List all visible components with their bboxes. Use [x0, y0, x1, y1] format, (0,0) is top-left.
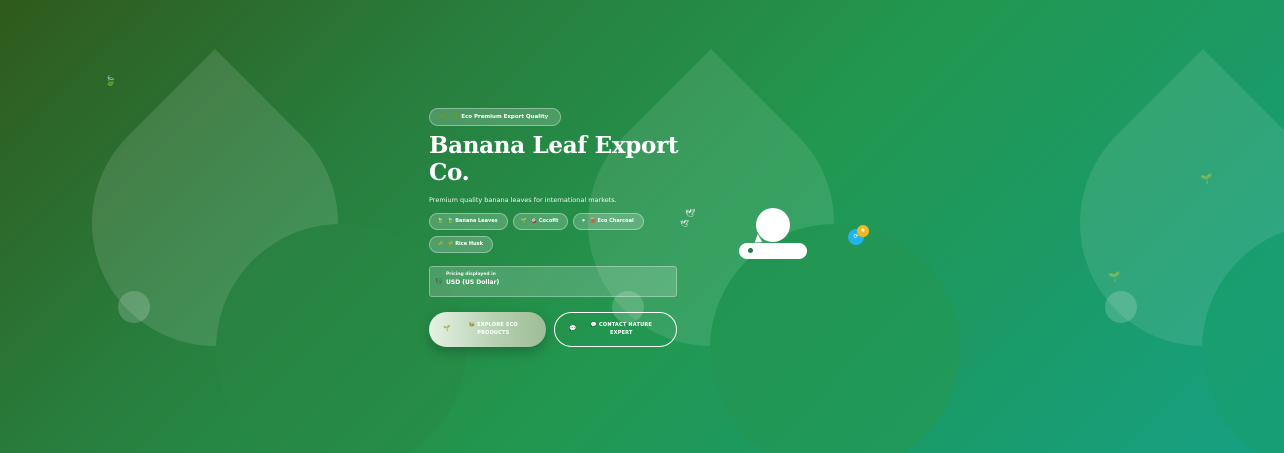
- online-dot-icon: [748, 248, 753, 253]
- decor-circle-left: [118, 291, 150, 323]
- product-chips: 🍃 🍃 Banana Leaves 🌱 🥥 Cocofit ⚫ 🪵 Eco Ch…: [429, 212, 644, 253]
- currency-value: USD (US Dollar): [446, 278, 500, 286]
- chip-cocofit[interactable]: 🌱 🥥 Cocofit: [512, 212, 569, 230]
- chip-label: 🪵 Eco Charcoal: [589, 218, 634, 224]
- quality-badge-label: 🌿 Eco Premium Export Quality: [452, 113, 549, 120]
- contact-expert-button[interactable]: 💬 💬 CONTACT NATURE EXPERT: [554, 311, 677, 347]
- page-title: Banana Leaf Export Co.: [429, 131, 679, 186]
- floating-bird-icon: 🕊: [680, 220, 689, 228]
- chip-rice-husk[interactable]: 🌾 🌾 Rice Husk: [429, 235, 493, 253]
- contact-expert-label: 💬 CONTACT NATURE EXPERT: [590, 322, 653, 336]
- floating-bird-icon: 🕊: [685, 209, 696, 218]
- charcoal-icon: ⚫: [581, 218, 586, 224]
- hero-actions: 🌱 🐝 EXPLORE ECO PRODUCTS 💬 💬 CONTACT NAT…: [429, 311, 679, 347]
- chip-banana-leaves[interactable]: 🍃 🍃 Banana Leaves: [429, 212, 508, 230]
- leaf-icon: 🍃: [437, 218, 444, 224]
- star-icon[interactable]: ★: [857, 225, 869, 237]
- chip-label: 🍃 Banana Leaves: [447, 218, 498, 224]
- sprout-icon: 🌱: [520, 218, 527, 224]
- floating-sprout-icon: 🌱: [1200, 174, 1213, 185]
- floating-leaf-icon: 🍃: [104, 76, 117, 87]
- explore-products-button[interactable]: 🌱 🐝 EXPLORE ECO PRODUCTS: [429, 311, 546, 347]
- hero-content: 🌿 🌿 Eco Premium Export Quality Banana Le…: [429, 103, 679, 347]
- currency-selector[interactable]: 💱 Pricing displayed in USD (US Dollar): [429, 265, 677, 297]
- whatsapp-icon: 💬: [569, 325, 577, 332]
- chat-input-pill[interactable]: [739, 243, 807, 259]
- explore-products-label: 🐝 EXPLORE ECO PRODUCTS: [468, 322, 518, 336]
- hero-section: 🍃 🌱 🌱 🕊 🕊 🌿 🌿 Eco Premium Export Quality…: [0, 0, 1284, 453]
- chip-label: 🌾 Rice Husk: [447, 241, 483, 247]
- quality-badge: 🌿 🌿 Eco Premium Export Quality: [429, 107, 562, 126]
- floating-sprout-icon: 🌱: [1108, 272, 1121, 283]
- chat-bubble-icon[interactable]: [756, 208, 790, 242]
- chip-label: 🥥 Cocofit: [530, 218, 559, 224]
- page-subtitle: Premium quality banana leaves for intern…: [429, 195, 617, 204]
- sprout-icon: 🌱: [443, 325, 451, 332]
- currency-icon: 💱: [435, 277, 443, 285]
- chip-eco-charcoal[interactable]: ⚫ 🪵 Eco Charcoal: [573, 212, 644, 230]
- currency-label: Pricing displayed in: [446, 271, 496, 277]
- rice-icon: 🌾: [437, 241, 444, 247]
- decor-circle-right: [1105, 291, 1137, 323]
- leaf-icon: 🌿: [440, 113, 448, 120]
